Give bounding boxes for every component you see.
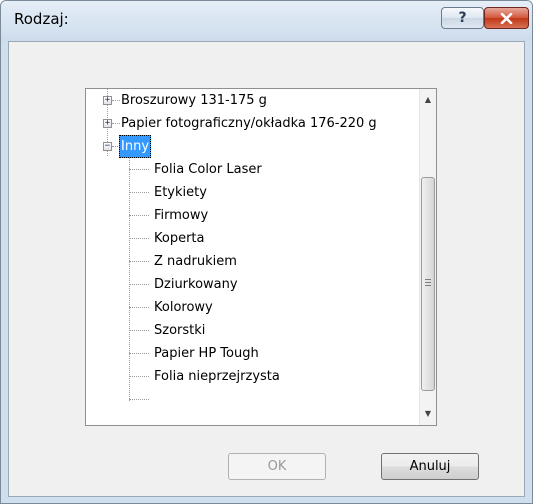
tree-item-etykiety[interactable]: Etykiety	[86, 181, 416, 204]
thumb-grip-line	[425, 285, 431, 286]
tree-item-label[interactable]: Papier fotograficzny/okładka 176-220 g	[119, 112, 379, 135]
tree-item-z-nadrukiem[interactable]: Z nadrukiem	[86, 250, 416, 273]
tree-item-label[interactable]: Folia nieprzejrzysta	[152, 365, 282, 388]
tree-item-szorstki[interactable]: Szorstki	[86, 319, 416, 342]
tree-item-label[interactable]: Firmowy	[152, 204, 210, 227]
tree-item-label[interactable]: Szorstki	[152, 319, 207, 342]
title-bar[interactable]: Rodzaj: ?	[1, 1, 532, 41]
dialog-title: Rodzaj:	[14, 10, 69, 28]
tree-item-folia-nieprzejrzysta[interactable]: Folia nieprzejrzysta	[86, 365, 416, 388]
scroll-thumb[interactable]	[421, 177, 435, 391]
ok-button[interactable]: OK	[228, 453, 326, 480]
tree-leaf-line	[129, 399, 149, 400]
dialog-window: Rodzaj: ? + Broszurowy 131-175 g + Papie…	[0, 0, 533, 504]
help-button[interactable]: ?	[441, 7, 484, 29]
scroll-up-button[interactable]: ▲	[420, 91, 436, 108]
tree-item-dziurkowany[interactable]: Dziurkowany	[86, 273, 416, 296]
tree-item-label[interactable]: Kolorowy	[152, 296, 215, 319]
tree-item-label[interactable]: Papier HP Tough	[152, 342, 261, 365]
tree-item-label[interactable]: Broszurowy 131-175 g	[119, 89, 269, 112]
tree-item-label-selected[interactable]: Inny	[119, 135, 152, 158]
tree-item-label[interactable]: Folia Color Laser	[152, 158, 264, 181]
tree-item-broszurowy[interactable]: + Broszurowy 131-175 g	[86, 89, 416, 112]
thumb-grip-line	[425, 279, 431, 280]
tree-item-label[interactable]: Koperta	[152, 227, 207, 250]
tree-item-label[interactable]: Etykiety	[152, 181, 209, 204]
collapse-minus-icon[interactable]: −	[103, 142, 112, 151]
tree-item-folia-color-laser[interactable]: Folia Color Laser	[86, 158, 416, 181]
help-icon: ?	[458, 10, 467, 26]
tree-item-inny[interactable]: − Inny	[86, 135, 416, 158]
dialog-client-area: + Broszurowy 131-175 g + Papier fotograf…	[8, 41, 525, 497]
tree-item-label[interactable]: Z nadrukiem	[152, 250, 239, 273]
tree-item-kolorowy[interactable]: Kolorowy	[86, 296, 416, 319]
tree-item-papier-fotograficzny[interactable]: + Papier fotograficzny/okładka 176-220 g	[86, 112, 416, 135]
scroll-down-arrow-icon: ▼	[424, 409, 432, 418]
vertical-scrollbar[interactable]: ▲ ▼	[419, 89, 436, 425]
expand-plus-icon[interactable]: +	[103, 96, 112, 105]
media-type-tree[interactable]: + Broszurowy 131-175 g + Papier fotograf…	[85, 88, 437, 426]
close-button[interactable]	[484, 7, 529, 29]
tree-item-firmowy[interactable]: Firmowy	[86, 204, 416, 227]
scroll-down-button[interactable]: ▼	[420, 405, 436, 422]
tree-item-label[interactable]: Dziurkowany	[152, 273, 240, 296]
tree-item-papier-hp-tough[interactable]: Papier HP Tough	[86, 342, 416, 365]
tree-item-koperta[interactable]: Koperta	[86, 227, 416, 250]
expand-plus-icon[interactable]: +	[103, 119, 112, 128]
cancel-button[interactable]: Anuluj	[381, 453, 479, 480]
scroll-up-arrow-icon: ▲	[424, 95, 432, 104]
thumb-grip-line	[425, 282, 431, 283]
close-icon	[500, 12, 513, 24]
